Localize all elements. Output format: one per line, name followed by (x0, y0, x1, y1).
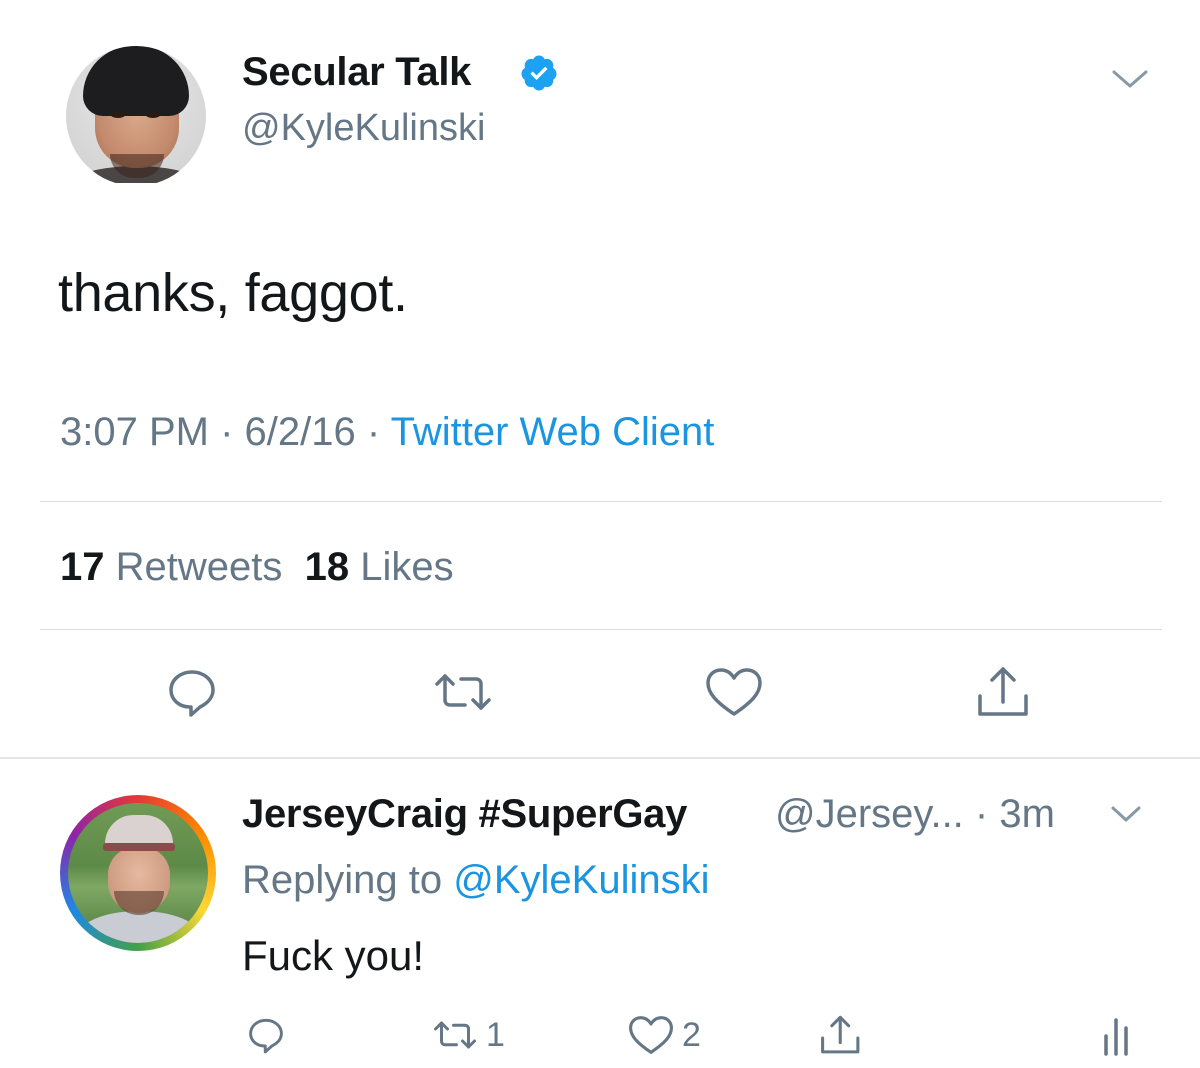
author-name[interactable]: Secular Talk (242, 50, 471, 95)
reply-icon (249, 1018, 283, 1054)
reply-author-name[interactable]: JerseyCraig #SuperGay (242, 792, 687, 837)
reply-retweet-count: 1 (486, 1015, 505, 1054)
like-icon (629, 1016, 673, 1054)
meta-separator: · (974, 792, 1000, 836)
replying-prefix: Replying to (242, 858, 443, 902)
reply-author-handle[interactable]: @Jersey... (775, 792, 964, 836)
section-divider (0, 757, 1200, 759)
replying-handle-link[interactable]: @KyleKulinski (453, 858, 709, 902)
retweet-icon[interactable] (433, 664, 493, 720)
analytics-icon (1104, 1018, 1128, 1056)
author-handle[interactable]: @KyleKulinski (242, 107, 485, 150)
share-icon (821, 1015, 860, 1054)
likes-label[interactable]: Likes (360, 545, 453, 589)
reply-like-count: 2 (682, 1015, 701, 1054)
tweet-date: 6/2/16 (244, 410, 356, 454)
reply-text: Fuck you! (242, 932, 425, 979)
reply-age: 3m (999, 792, 1055, 836)
reply-author-avatar[interactable] (60, 795, 216, 951)
tweet-meta: 3:07 PM · 6/2/16 · Twitter Web Client (60, 410, 714, 455)
meta-separator: · (220, 410, 245, 454)
retweets-label[interactable]: Retweets (116, 545, 283, 589)
likes-count[interactable]: 18 (305, 545, 350, 589)
reply-share-button[interactable] (818, 1012, 864, 1058)
divider (40, 501, 1162, 502)
reply-reply-button[interactable] (244, 1012, 288, 1058)
author-avatar[interactable] (66, 23, 206, 183)
tweet-time: 3:07 PM (60, 410, 209, 454)
tweet-source-link[interactable]: Twitter Web Client (391, 410, 715, 454)
reply-icon[interactable] (162, 664, 222, 720)
retweets-count[interactable]: 17 (60, 545, 105, 589)
retweet-icon (434, 1021, 476, 1049)
replying-to: Replying to @KyleKulinski (242, 858, 710, 903)
tweet-text: thanks, faggot. (58, 263, 408, 323)
chevron-down-icon[interactable] (1110, 62, 1150, 94)
reply-retweet-button[interactable]: 1 (430, 1012, 505, 1058)
verified-badge-icon (521, 55, 557, 91)
reply-analytics-button[interactable] (1100, 1012, 1134, 1058)
reply-author-handle-age[interactable]: @Jersey... · 3m (775, 792, 1055, 837)
tweet-stats: 17 Retweets 18 Likes (60, 545, 454, 590)
divider (40, 629, 1162, 630)
share-icon[interactable] (974, 664, 1034, 720)
reply-like-button[interactable]: 2 (626, 1012, 701, 1058)
like-icon[interactable] (704, 664, 764, 720)
meta-separator: · (366, 410, 391, 454)
chevron-down-icon[interactable] (1110, 800, 1142, 826)
